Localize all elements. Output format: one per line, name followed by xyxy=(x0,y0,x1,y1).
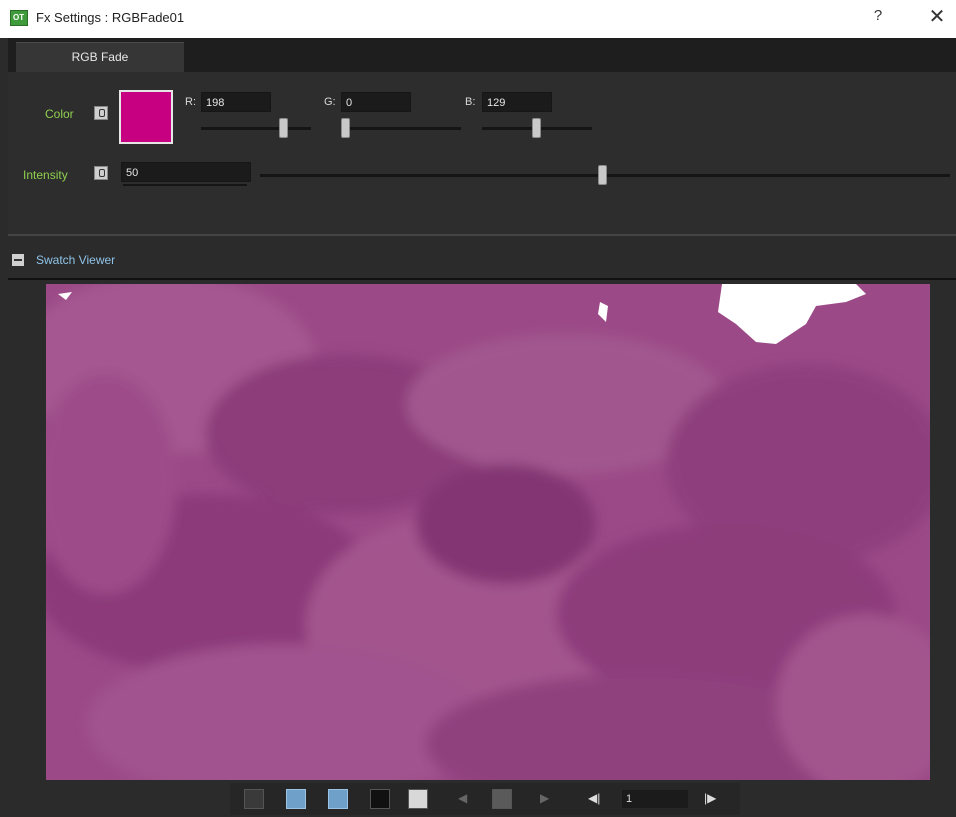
frame-icon[interactable] xyxy=(328,789,348,809)
black-bg-icon[interactable] xyxy=(370,789,390,809)
lock-icon[interactable] xyxy=(492,789,512,809)
swatch-viewer xyxy=(8,278,956,780)
r-field[interactable]: 198 xyxy=(201,92,271,112)
collapse-icon[interactable] xyxy=(12,254,24,266)
app-icon: OT xyxy=(10,10,28,26)
g-slider-thumb[interactable] xyxy=(341,118,350,138)
intensity-field[interactable]: 50 xyxy=(121,162,251,182)
settings-area: Color R: 198 G: 0 B: 129 Intensity 50 xyxy=(8,72,956,234)
first-frame-icon[interactable]: ◀| xyxy=(588,791,600,805)
swatch-viewer-header: Swatch Viewer xyxy=(8,248,956,274)
checkerboard-icon[interactable] xyxy=(244,789,264,809)
swatch-viewer-title: Swatch Viewer xyxy=(36,253,116,267)
g-slider-track[interactable] xyxy=(341,127,461,130)
next-icon[interactable]: ▶ xyxy=(540,791,549,805)
color-label: Color xyxy=(45,107,74,121)
app-icon-text: OT xyxy=(13,13,25,22)
key-icon[interactable] xyxy=(94,106,108,120)
b-field[interactable]: 129 xyxy=(482,92,552,112)
intensity-label: Intensity xyxy=(23,168,68,182)
title-bar: OT Fx Settings : RGBFade01 ? ✕ xyxy=(0,0,956,38)
r-slider-track[interactable] xyxy=(201,127,311,130)
b-label: B: xyxy=(465,96,476,108)
eye-icon[interactable] xyxy=(286,789,306,809)
window-title: Fx Settings : RGBFade01 xyxy=(36,10,185,25)
g-label: G: xyxy=(324,96,336,108)
intensity-slider-thumb[interactable] xyxy=(598,165,607,185)
prev-icon[interactable]: ◀ xyxy=(458,791,467,805)
frame-field[interactable]: 1 xyxy=(622,790,688,808)
key-icon[interactable] xyxy=(94,166,108,180)
color-swatch[interactable] xyxy=(119,90,173,144)
last-frame-icon[interactable]: |▶ xyxy=(704,791,716,805)
tab-strip: RGB Fade xyxy=(8,38,956,72)
intensity-field-underline xyxy=(123,184,247,186)
section-divider xyxy=(8,234,956,236)
r-label: R: xyxy=(185,96,196,108)
help-button[interactable]: ? xyxy=(868,7,888,29)
viewer-toolbar: ◀ ▶ ◀| 1 |▶ xyxy=(230,783,740,815)
preview-image xyxy=(46,284,930,780)
close-button[interactable]: ✕ xyxy=(925,6,949,30)
b-slider-thumb[interactable] xyxy=(532,118,541,138)
white-bg-icon[interactable] xyxy=(408,789,428,809)
g-field[interactable]: 0 xyxy=(341,92,411,112)
r-slider-thumb[interactable] xyxy=(279,118,288,138)
fx-settings-panel: RGB Fade Color R: 198 G: 0 B: 129 Intens… xyxy=(0,38,956,817)
tab-rgb-fade[interactable]: RGB Fade xyxy=(16,42,184,72)
